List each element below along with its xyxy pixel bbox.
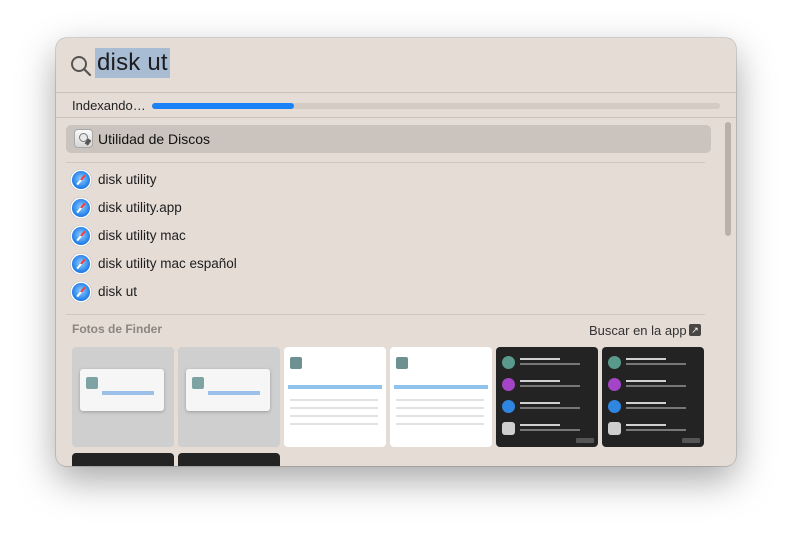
- safari-icon: [72, 227, 90, 245]
- scrollbar-thumb[interactable]: [725, 122, 731, 236]
- photo-thumbnail[interactable]: [602, 347, 704, 447]
- suggestion-label: disk utility mac: [98, 228, 186, 243]
- suggestion-label: disk utility.app: [98, 200, 182, 215]
- suggestion-item[interactable]: disk utility: [72, 168, 692, 192]
- indexing-label: Indexando…: [72, 98, 146, 113]
- photo-thumbnail[interactable]: [72, 347, 174, 447]
- safari-icon: [72, 255, 90, 273]
- search-bar[interactable]: disk ut: [56, 38, 736, 92]
- indexing-progress-bar: [152, 103, 720, 109]
- suggestion-item[interactable]: disk utility mac español: [72, 252, 692, 276]
- suggestion-label: disk utility: [98, 172, 157, 187]
- safari-icon: [72, 199, 90, 217]
- photo-thumbnail[interactable]: [178, 347, 280, 447]
- spotlight-panel: disk ut Indexando… Utilidad de Discos di…: [56, 38, 736, 466]
- photo-thumbnail[interactable]: [390, 347, 492, 447]
- disk-utility-icon: [74, 129, 93, 148]
- search-input[interactable]: disk ut: [95, 48, 170, 78]
- suggestion-item[interactable]: disk ut: [72, 280, 692, 304]
- divider: [66, 162, 705, 163]
- suggestion-label: disk utility mac español: [98, 256, 237, 271]
- suggestion-item[interactable]: disk utility mac: [72, 224, 692, 248]
- search-icon: [71, 56, 92, 77]
- suggestion-label: disk ut: [98, 284, 138, 299]
- divider: [66, 314, 705, 315]
- safari-icon: [72, 283, 90, 301]
- suggestion-item[interactable]: disk utility.app: [72, 196, 692, 220]
- top-hit-label: Utilidad de Discos: [98, 131, 211, 147]
- section-title-fotos-de-finder: Fotos de Finder: [72, 322, 162, 336]
- top-hit-utilidad-de-discos[interactable]: Utilidad de Discos: [66, 125, 711, 153]
- photo-thumbnail[interactable]: [178, 453, 280, 466]
- photo-thumbnail[interactable]: [284, 347, 386, 447]
- safari-icon: [72, 171, 90, 189]
- photo-thumbnail[interactable]: [72, 453, 174, 466]
- open-in-app-link[interactable]: Buscar en la app: [589, 323, 687, 338]
- indexing-progress-fill: [152, 103, 294, 109]
- photo-thumbnail[interactable]: [496, 347, 598, 447]
- divider: [56, 92, 736, 93]
- divider: [56, 117, 736, 118]
- open-in-app-icon[interactable]: ↗: [689, 324, 701, 336]
